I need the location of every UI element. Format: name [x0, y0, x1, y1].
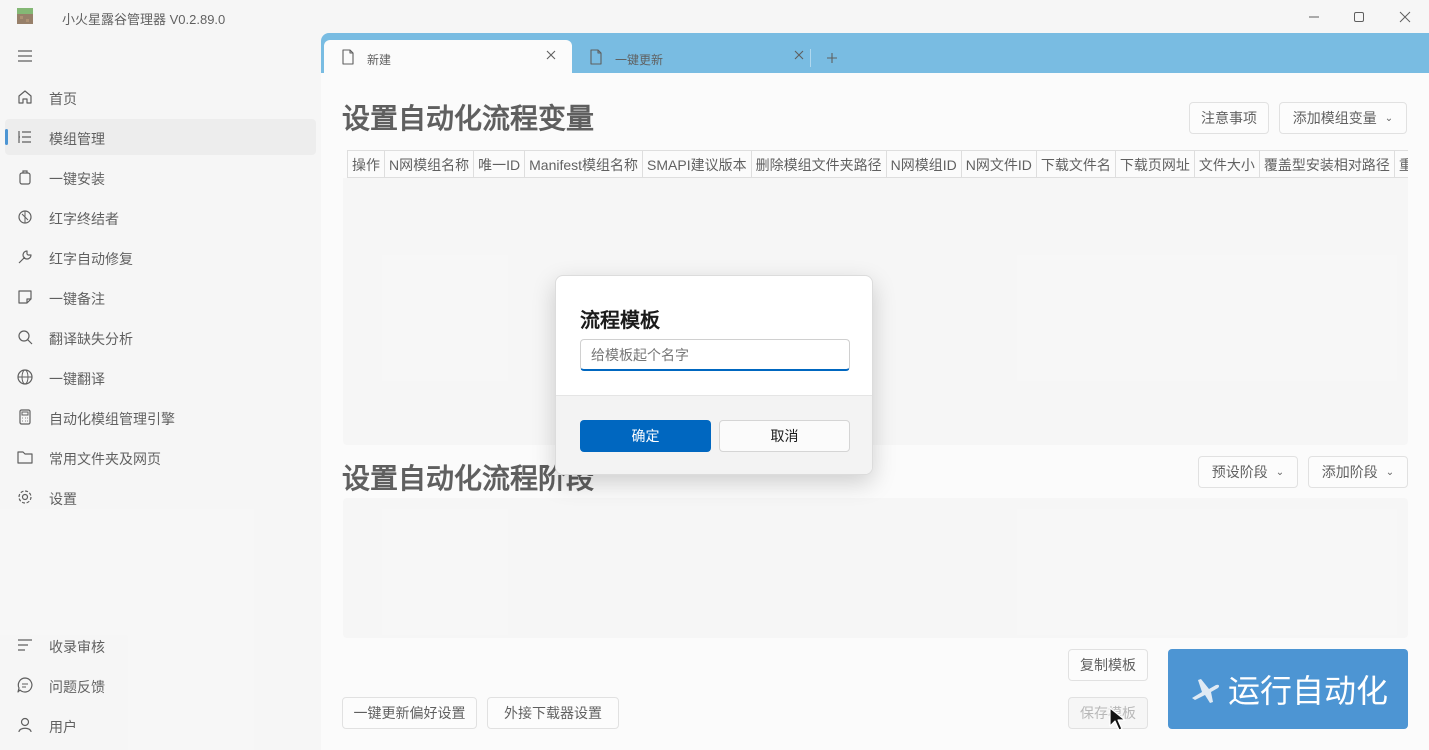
dialog-footer: 确定 取消 [556, 395, 872, 474]
cancel-label: 取消 [770, 428, 799, 444]
confirm-label: 确定 [631, 428, 660, 444]
template-dialog: 流程模板 确定 取消 [555, 275, 873, 475]
template-name-input[interactable] [580, 339, 850, 371]
confirm-button[interactable]: 确定 [580, 420, 711, 452]
dialog-title: 流程模板 [580, 310, 660, 332]
cancel-button[interactable]: 取消 [719, 420, 850, 452]
mouse-cursor-icon [1109, 707, 1126, 731]
